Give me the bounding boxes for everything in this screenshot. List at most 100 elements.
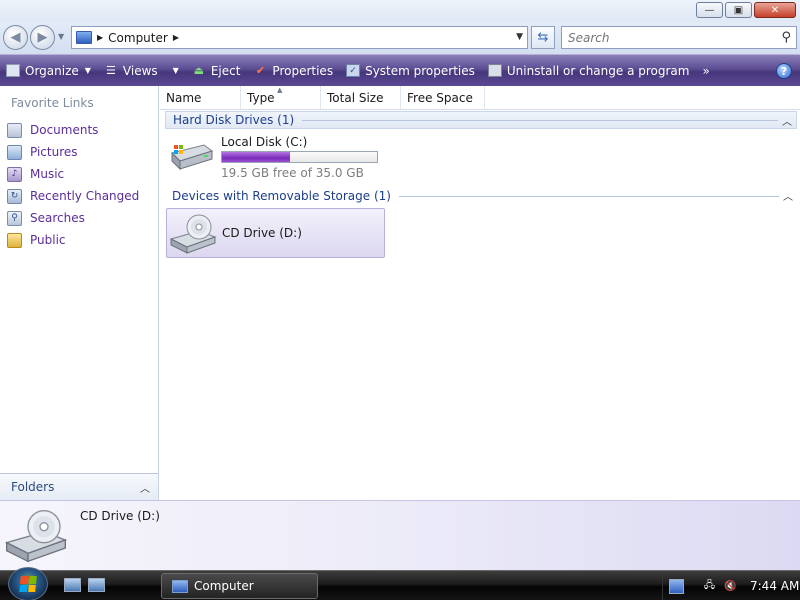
group-header-removable-storage[interactable]: Devices with Removable Storage (1) ︿ [165, 187, 797, 205]
sidebar-item-music[interactable]: ♪ Music [7, 163, 139, 185]
drive-name: Local Disk (C:) [221, 135, 308, 149]
back-button[interactable]: ◀ [3, 25, 28, 50]
volume-muted-icon[interactable]: 🔇 [723, 579, 738, 594]
eject-label: Eject [210, 63, 241, 78]
organize-button[interactable]: Organize ▼ [6, 64, 91, 78]
sidebar-item-label: Pictures [30, 145, 78, 159]
drive-item-local-disk-c[interactable]: Local Disk (C:) 19.5 GB free of 35.0 GB [166, 133, 396, 181]
forward-arrow-icon: ▶ [37, 30, 48, 45]
column-header-free-space[interactable]: Free Space [401, 86, 485, 110]
sidebar-item-pictures[interactable]: Pictures [7, 141, 139, 163]
sidebar-item-searches[interactable]: ⚲ Searches [7, 207, 139, 229]
drive-usage-fill [222, 152, 291, 162]
recent-pages-dropdown[interactable]: ▼ [58, 32, 64, 41]
chevron-down-icon: ▼ [172, 66, 179, 75]
drive-name: CD Drive (D:) [222, 226, 302, 240]
chevron-down-icon: ▼ [84, 66, 91, 75]
column-header-row: Name ▲ Type Total Size Free Space [160, 86, 800, 110]
drive-usage-bar [221, 151, 378, 163]
pictures-icon [7, 144, 22, 160]
drive-free-space-text: 19.5 GB free of 35.0 GB [221, 166, 364, 180]
help-icon: ? [780, 64, 788, 78]
favorite-links-title: Favorite Links [11, 96, 94, 110]
sidebar-item-documents[interactable]: Documents [7, 119, 139, 141]
sort-ascending-icon: ▲ [277, 86, 283, 94]
column-header-label: Free Space [407, 91, 473, 105]
network-icon[interactable] [669, 578, 684, 594]
search-box[interactable]: ⚲ [561, 26, 797, 49]
details-item-name: CD Drive (D:) [80, 509, 160, 523]
taskbar-button-label: Computer [194, 579, 254, 593]
computer-icon [172, 579, 188, 593]
properties-button[interactable]: ✔ Properties [253, 64, 333, 78]
system-tray: 🖧 🔇 7:44 AM [662, 571, 800, 600]
group-header-label: Hard Disk Drives (1) [173, 113, 295, 127]
folders-toggle[interactable]: Folders ︿ [0, 473, 158, 500]
breadcrumb-computer[interactable]: Computer [108, 31, 168, 45]
hard-disk-icon [171, 144, 214, 171]
organize-label: Organize [25, 63, 79, 78]
drive-item-cd-drive-d[interactable]: CD Drive (D:) [166, 208, 385, 258]
cd-drive-icon [4, 509, 68, 563]
taskbar-button-computer[interactable]: Computer [161, 573, 318, 599]
window-controls: — ▣ ✕ [696, 2, 796, 18]
forward-button[interactable]: ▶ [30, 25, 55, 50]
more-commands-button[interactable]: » [702, 64, 709, 78]
cd-drive-icon [169, 214, 217, 254]
help-button[interactable]: ? [776, 63, 792, 79]
column-header-total-size[interactable]: Total Size [321, 86, 401, 110]
show-desktop-icon[interactable] [64, 578, 81, 592]
uninstall-program-button[interactable]: Uninstall or change a program [487, 63, 690, 78]
computer-icon [76, 31, 92, 44]
minimize-button[interactable]: — [696, 2, 723, 18]
navigation-pane: Favorite Links Documents Pictures ♪ Musi… [0, 86, 159, 500]
start-button[interactable] [8, 567, 48, 600]
search-input[interactable] [568, 30, 768, 45]
views-button[interactable]: ☰ Views ▼ [104, 64, 179, 78]
column-header-type[interactable]: ▲ Type [241, 86, 321, 110]
chevron-up-icon[interactable]: ︿ [783, 188, 793, 203]
uninstall-program-label: Uninstall or change a program [506, 63, 690, 78]
command-bar: Organize ▼ ☰ Views ▼ ⏏ Eject ✔ Propertie… [0, 54, 800, 86]
refresh-icon: ⇆ [537, 30, 549, 45]
back-arrow-icon: ◀ [10, 30, 21, 45]
chevron-up-icon: ︿ [140, 484, 150, 495]
properties-checkmark-icon: ✔ [255, 64, 266, 77]
system-properties-icon: ✓ [346, 64, 361, 77]
eject-button[interactable]: ⏏ Eject [192, 64, 241, 78]
refresh-button[interactable]: ⇆ [531, 26, 555, 49]
views-icon: ☰ [105, 64, 116, 77]
breadcrumb-chevron-icon[interactable]: ▶ [173, 33, 179, 42]
organize-icon [6, 64, 20, 77]
uninstall-program-icon [487, 64, 502, 77]
group-header-hard-disk-drives[interactable]: Hard Disk Drives (1) ︿ [165, 111, 797, 129]
search-icon[interactable]: ⚲ [781, 30, 791, 45]
taskbar: Computer 🖧 🔇 7:44 AM [0, 567, 800, 600]
eject-icon: ⏏ [193, 64, 205, 77]
system-properties-button[interactable]: ✓ System properties [346, 64, 475, 78]
clock[interactable]: 7:44 AM [750, 579, 799, 593]
address-bar[interactable]: ▶ Computer ▶ ▼ [71, 26, 528, 49]
public-folder-icon [7, 232, 22, 248]
address-dropdown-icon[interactable]: ▼ [516, 32, 523, 42]
sidebar-item-public[interactable]: Public [7, 229, 139, 251]
maximize-button[interactable]: ▣ [725, 2, 752, 18]
network-disconnected-icon[interactable]: 🖧 [702, 579, 717, 594]
file-list-pane: Name ▲ Type Total Size Free Space Hard D… [160, 86, 800, 500]
sidebar-item-label: Recently Changed [30, 189, 140, 203]
properties-label: Properties [272, 63, 334, 78]
breadcrumb-chevron-icon[interactable]: ▶ [97, 33, 103, 42]
music-icon: ♪ [7, 166, 22, 182]
sidebar-item-label: Searches [30, 211, 85, 225]
group-header-label: Devices with Removable Storage (1) [172, 189, 391, 203]
windows-logo-icon [19, 576, 37, 592]
chevron-up-icon[interactable]: ︿ [782, 113, 792, 128]
documents-icon [7, 122, 22, 138]
sidebar-item-label: Public [30, 233, 66, 247]
folders-label: Folders [11, 480, 55, 494]
column-header-name[interactable]: Name [160, 86, 241, 110]
close-button[interactable]: ✕ [754, 2, 796, 18]
switch-windows-icon[interactable] [88, 578, 105, 592]
sidebar-item-recently-changed[interactable]: ↻ Recently Changed [7, 185, 139, 207]
title-bar: — ▣ ✕ [0, 0, 800, 22]
